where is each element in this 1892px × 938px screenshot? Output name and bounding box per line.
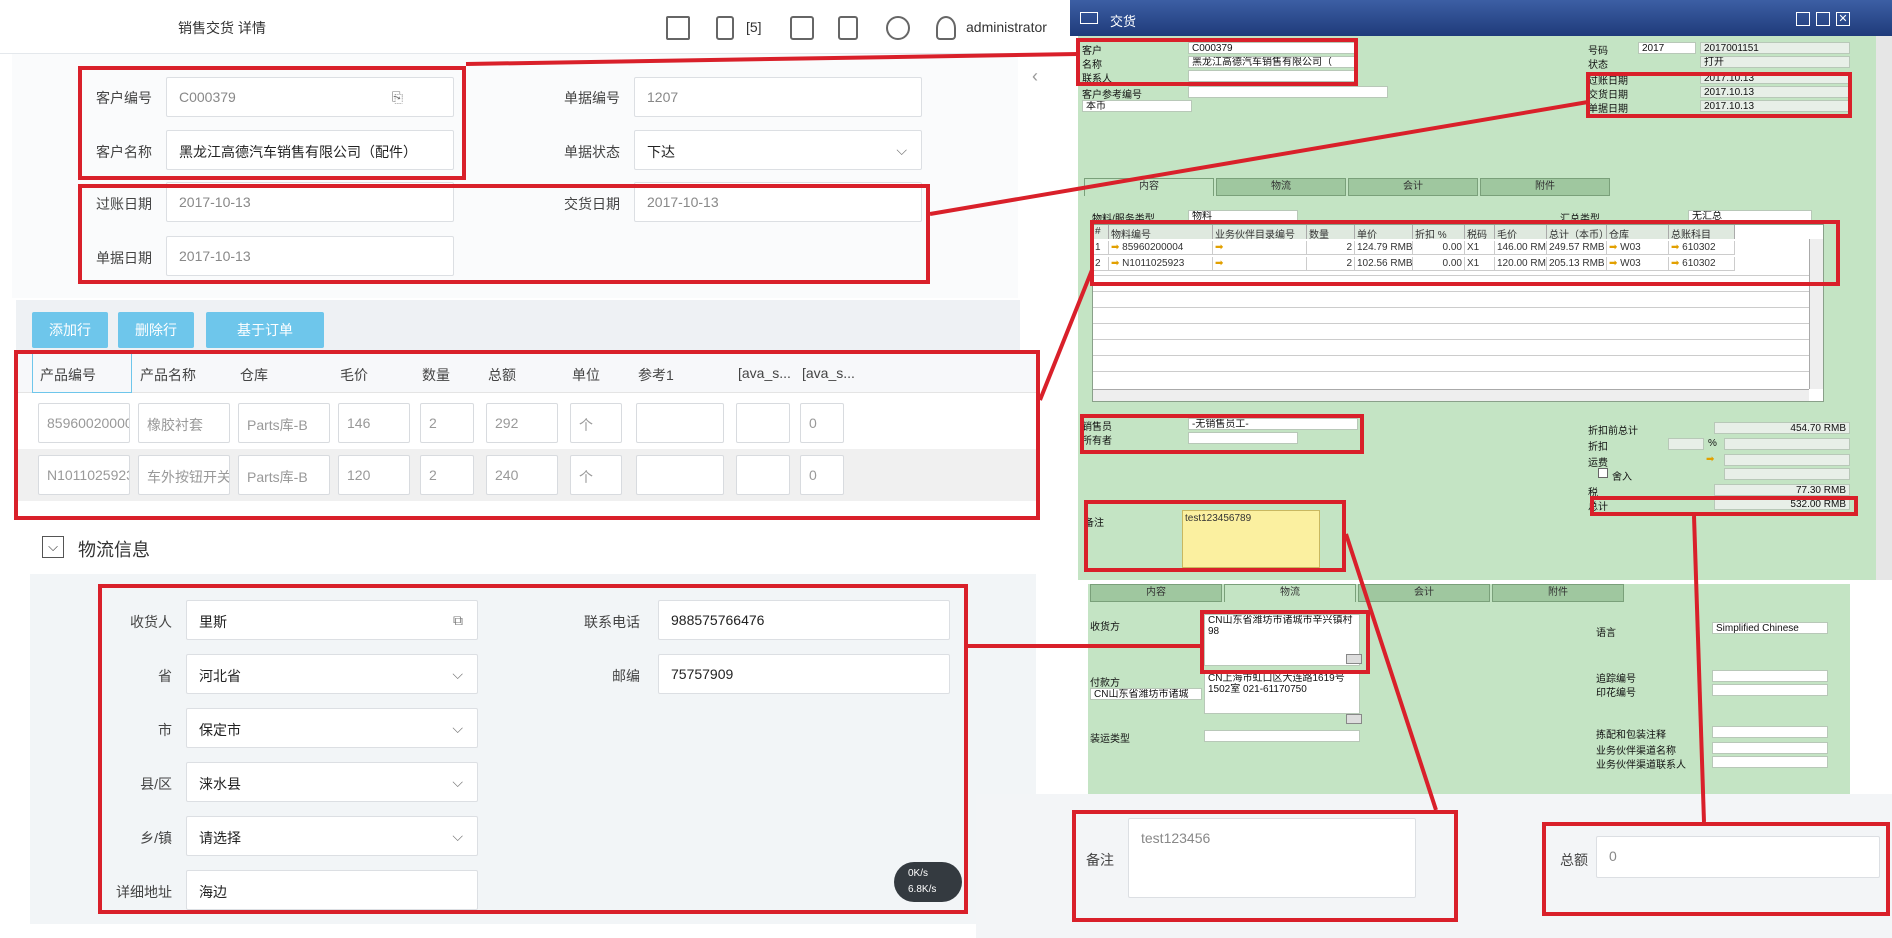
annotation-lines	[465, 52, 1706, 823]
